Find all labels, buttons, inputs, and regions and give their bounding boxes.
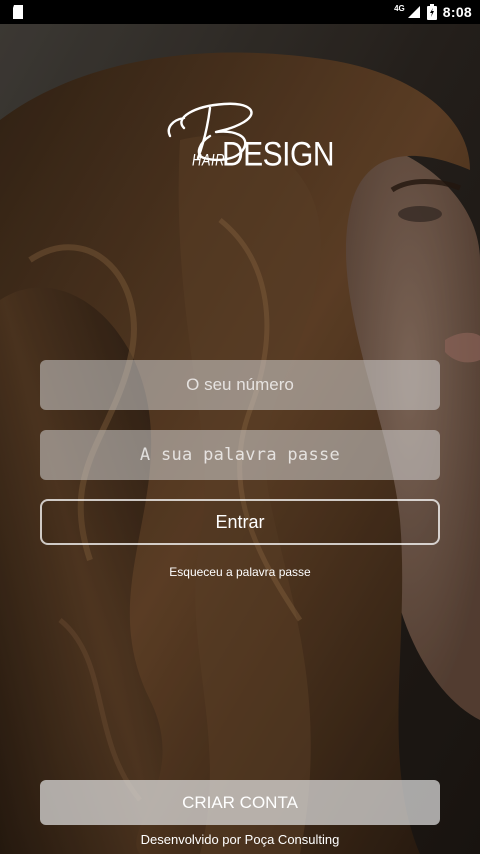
brand-logo: HAIR DESIGN [164, 100, 335, 178]
enter-button[interactable]: Entrar [40, 499, 440, 545]
logo-hair-text: HAIR [192, 149, 226, 170]
password-input[interactable] [40, 429, 440, 481]
status-bar: 4G 8:08 [0, 0, 480, 24]
create-account-button[interactable]: CRIAR CONTA [40, 780, 440, 825]
sd-card-icon [13, 5, 23, 19]
password-field[interactable] [40, 429, 440, 481]
logo-design-text: DESIGN [222, 135, 335, 174]
battery-charging-icon [426, 4, 437, 20]
clock: 8:08 [442, 4, 472, 20]
status-bar-right: 4G 8:08 [394, 0, 472, 24]
phone-number-input[interactable] [40, 359, 440, 411]
network-type: 4G [394, 3, 405, 13]
forgot-password-link[interactable]: Esqueceu a palavra passe [0, 565, 480, 579]
signal-icon [407, 6, 420, 18]
phone-number-field[interactable] [40, 359, 440, 411]
developer-credit: Desenvolvido por Poça Consulting [140, 832, 340, 847]
login-screen: 4G 8:08 HAIR DESIGN Entrar Esqueceu a pa… [0, 0, 480, 854]
